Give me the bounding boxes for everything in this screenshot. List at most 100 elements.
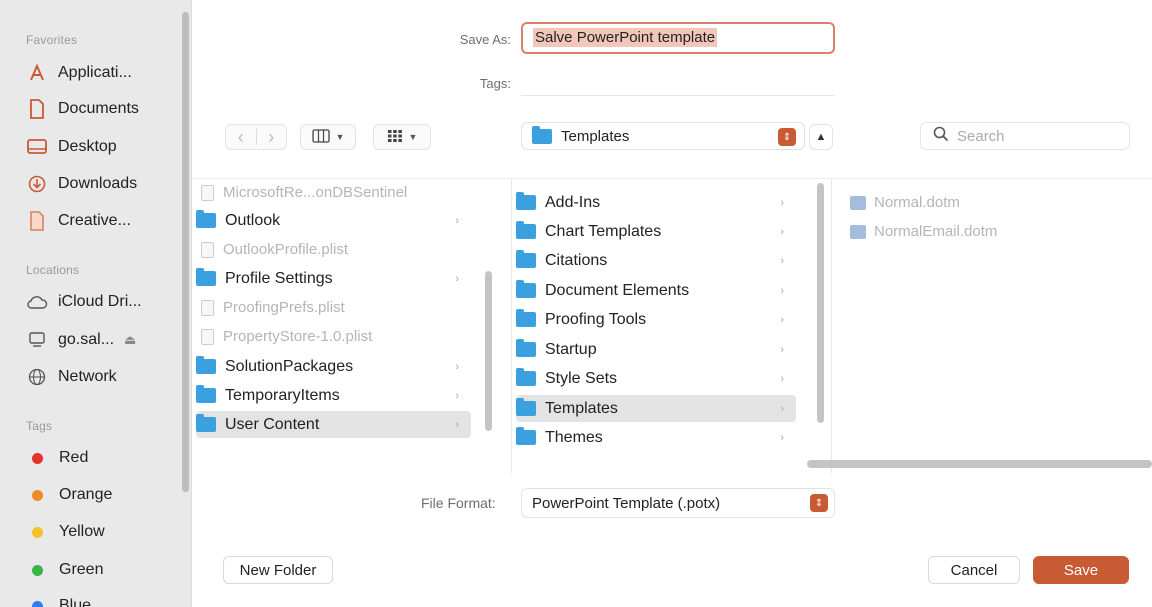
folder-icon (196, 356, 216, 374)
sidebar-item-label: Applicati... (58, 64, 132, 81)
sidebar-item-label: Network (58, 368, 117, 385)
location-popup[interactable]: Templates (521, 122, 805, 150)
chevron-right-icon: › (780, 372, 784, 385)
forward-button[interactable]: › (257, 127, 287, 148)
location-label: Templates (561, 127, 630, 145)
folder-icon (516, 250, 536, 268)
word-document-icon (850, 195, 866, 210)
list-item[interactable]: Proofing Tools › (516, 306, 796, 333)
chevron-right-icon: › (455, 272, 459, 285)
view-mode-button[interactable]: ▼ (300, 124, 356, 150)
list-item[interactable]: Normal.dotm (850, 189, 1130, 216)
eject-icon[interactable]: ⏏ (124, 332, 136, 348)
item-label: TemporaryItems (225, 386, 340, 404)
back-button[interactable]: ‹ (226, 127, 256, 148)
list-item-selected[interactable]: Templates › (516, 395, 796, 422)
tag-yellow[interactable]: Yellow (26, 519, 176, 545)
tags-input[interactable] (521, 70, 835, 96)
list-item[interactable]: Style Sets › (516, 365, 796, 392)
group-by-button[interactable]: ▼ (373, 124, 431, 150)
sidebar-item-icloud[interactable]: iCloud Dri... (26, 289, 176, 315)
item-label: Startup (545, 340, 597, 358)
item-label: MicrosoftRe...onDBSentinel (223, 184, 408, 201)
sidebar-item-network[interactable]: Network (26, 364, 176, 390)
item-label: Add-Ins (545, 193, 601, 211)
computer-icon (26, 330, 48, 350)
list-item[interactable]: ProofingPrefs.plist (201, 294, 491, 321)
sidebar-item-label: Creative... (58, 212, 131, 229)
file-format-select[interactable]: PowerPoint Template (.potx) ⇕ (521, 488, 835, 518)
folder-icon (196, 210, 216, 228)
sidebar-scrollbar[interactable] (182, 12, 189, 492)
list-item[interactable]: TemporaryItems › (196, 382, 471, 409)
cloud-icon (26, 292, 48, 312)
list-item-selected[interactable]: User Content › (196, 411, 471, 438)
updown-chevron-icon: ⇕ (810, 494, 828, 512)
tags-heading: Tags (26, 419, 53, 433)
item-label: Style Sets (545, 369, 618, 387)
list-item[interactable]: Add-Ins › (516, 189, 796, 216)
list-item[interactable]: NormalEmail.dotm (850, 218, 1130, 245)
chevron-right-icon: › (455, 418, 459, 431)
updown-chevron-icon[interactable]: ⇕ (778, 128, 796, 146)
list-item[interactable]: PropertyStore-1.0.plist (201, 323, 491, 350)
tag-red[interactable]: Red (26, 445, 176, 471)
chevron-right-icon: › (455, 360, 459, 373)
favorites-heading: Favorites (26, 33, 78, 47)
sidebar-item-label: go.sal... (58, 331, 115, 348)
list-item[interactable]: Citations › (516, 247, 796, 274)
folder-icon (196, 414, 216, 432)
list-item[interactable]: Themes › (516, 424, 796, 451)
tag-label: Green (59, 561, 104, 578)
list-item[interactable]: Startup › (516, 336, 796, 363)
tag-blue[interactable]: Blue (26, 593, 176, 607)
sidebar-item-applications[interactable]: Applicati... (26, 60, 176, 86)
item-label: Themes (545, 428, 603, 446)
chevron-right-icon: › (780, 343, 784, 356)
sidebar-item-label: Desktop (58, 138, 117, 155)
sidebar-item-creative[interactable]: Creative... (26, 208, 176, 234)
search-placeholder: Search (957, 127, 1005, 145)
list-item[interactable]: MicrosoftRe...onDBSentinel (201, 179, 491, 206)
column-scrollbar[interactable] (485, 271, 492, 431)
list-item[interactable]: Outlook › (196, 207, 471, 234)
tag-label: Blue (59, 597, 92, 607)
folder-icon (516, 427, 536, 445)
locations-heading: Locations (26, 263, 80, 277)
search-field[interactable]: Search (920, 122, 1130, 150)
save-dialog: Save As: Salve PowerPoint template Tags:… (193, 0, 1152, 607)
save-as-input[interactable]: Salve PowerPoint template (521, 22, 835, 54)
sidebar: Favorites Applicati... Documents Desktop… (0, 0, 192, 607)
chevron-right-icon: › (780, 225, 784, 238)
save-button[interactable]: Save (1033, 556, 1129, 584)
item-label: Proofing Tools (545, 310, 647, 328)
sidebar-item-documents[interactable]: Documents (26, 96, 176, 122)
item-label: ProofingPrefs.plist (223, 299, 345, 316)
item-label: Templates (545, 399, 618, 417)
column-scrollbar[interactable] (817, 183, 824, 423)
file-format-label: File Format: (421, 495, 496, 511)
grid-icon (387, 129, 403, 146)
sidebar-item-label: iCloud Dri... (58, 293, 142, 310)
horizontal-scrollbar[interactable] (807, 460, 1152, 468)
list-item[interactable]: OutlookProfile.plist (201, 236, 491, 263)
new-folder-button[interactable]: New Folder (223, 556, 333, 584)
list-item[interactable]: Chart Templates › (516, 218, 796, 245)
tag-orange[interactable]: Orange (26, 482, 176, 508)
list-item[interactable]: Document Elements › (516, 277, 796, 304)
item-label: SolutionPackages (225, 357, 354, 375)
list-item[interactable]: Profile Settings › (196, 265, 471, 292)
sidebar-item-downloads[interactable]: Downloads (26, 171, 176, 197)
folder-icon (516, 221, 536, 239)
cancel-button[interactable]: Cancel (928, 556, 1020, 584)
browser-column-1: MicrosoftRe...onDBSentinel Outlook › Outl… (193, 179, 508, 473)
sidebar-item-computer[interactable]: go.sal... ⏏ (26, 327, 176, 353)
desktop-icon (26, 137, 48, 157)
collapse-button[interactable]: ▲ (809, 124, 833, 150)
chevron-right-icon: › (780, 284, 784, 297)
list-item[interactable]: SolutionPackages › (196, 353, 471, 380)
tag-green[interactable]: Green (26, 557, 176, 583)
browser-column-2: Add-Ins › Chart Templates › Citations › Doc… (511, 179, 824, 473)
sidebar-item-desktop[interactable]: Desktop (26, 134, 176, 160)
chevron-down-icon: ▼ (408, 132, 418, 142)
